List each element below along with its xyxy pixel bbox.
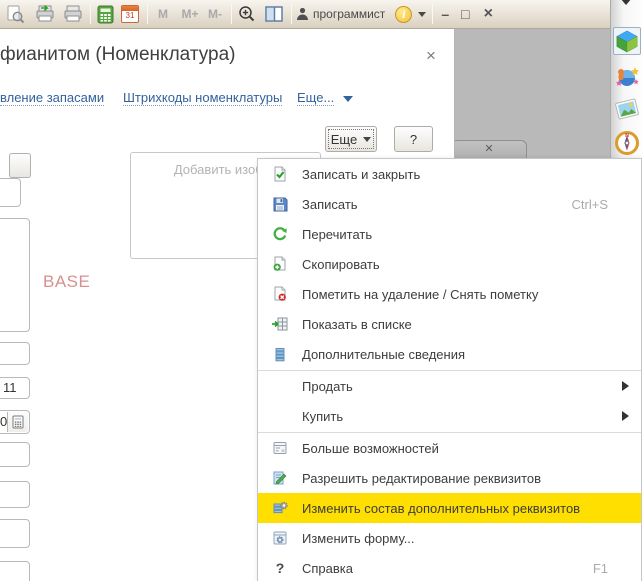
print-preview-icon[interactable] bbox=[3, 2, 27, 26]
form-field[interactable] bbox=[0, 481, 30, 508]
menu-item-reread[interactable]: Перечитать bbox=[258, 219, 641, 249]
main-toolbar: 31 M M+ M- программист i – □ × bbox=[0, 0, 610, 29]
link-barcodes[interactable]: Штрихкоды номенклатуры bbox=[123, 90, 282, 106]
1c-cube-icon[interactable] bbox=[613, 27, 641, 55]
calendar-day-label: 31 bbox=[126, 11, 135, 20]
screen: N ✕ 31 M M+ M- bbox=[0, 0, 642, 581]
collapsed-window-tab[interactable]: ✕ bbox=[451, 140, 527, 158]
show-in-list-icon bbox=[272, 316, 288, 332]
more-menu: Записать и закрыть Записать Ctrl+S Переч… bbox=[257, 158, 642, 581]
menu-item-buy[interactable]: Купить bbox=[258, 401, 641, 431]
menu-item-save-and-close[interactable]: Записать и закрыть bbox=[258, 159, 641, 189]
more-features-icon bbox=[272, 440, 288, 456]
calculator-icon[interactable] bbox=[93, 2, 117, 26]
link-more[interactable]: Еще... bbox=[297, 90, 334, 106]
menu-item-copy[interactable]: Скопировать bbox=[258, 249, 641, 279]
chevron-down-icon[interactable] bbox=[343, 96, 353, 102]
photo-icon[interactable] bbox=[613, 95, 641, 123]
user-icon bbox=[294, 2, 310, 26]
compass-icon[interactable]: N bbox=[613, 128, 641, 156]
change-form-icon bbox=[272, 530, 288, 546]
price-field[interactable]: 0 bbox=[0, 410, 30, 434]
menu-item-save[interactable]: Записать Ctrl+S bbox=[258, 189, 641, 219]
combo-field[interactable] bbox=[0, 178, 21, 207]
split-view-icon[interactable] bbox=[262, 2, 286, 26]
help-icon: ? bbox=[272, 560, 288, 576]
allow-editing-icon bbox=[272, 470, 288, 486]
form-field[interactable] bbox=[0, 561, 30, 581]
toolbar-separator bbox=[231, 4, 232, 24]
calculator-button[interactable] bbox=[7, 412, 28, 432]
menu-item-show-in-list[interactable]: Показать в списке bbox=[258, 309, 641, 339]
menu-item-change-form[interactable]: Изменить форму... bbox=[258, 523, 641, 553]
memory-m-plus-button[interactable]: M+ bbox=[178, 7, 202, 21]
mark-deletion-icon bbox=[272, 286, 288, 302]
copy-icon bbox=[272, 256, 288, 272]
refresh-icon bbox=[272, 226, 288, 242]
close-icon[interactable]: ✕ bbox=[484, 143, 493, 155]
calculator-icon bbox=[12, 415, 24, 429]
code-field[interactable]: 11 bbox=[0, 377, 30, 399]
close-icon[interactable]: × bbox=[426, 47, 436, 64]
toolbar-separator bbox=[147, 4, 148, 24]
menu-item-sell[interactable]: Продать bbox=[258, 371, 641, 401]
menu-item-more-features[interactable]: Больше возможностей bbox=[258, 433, 641, 463]
minimize-button[interactable]: – bbox=[435, 6, 455, 22]
description-field[interactable] bbox=[0, 218, 30, 332]
user-name-label: программист bbox=[313, 7, 385, 21]
chevron-down-icon[interactable] bbox=[418, 12, 426, 17]
link-inventory-management[interactable]: вление запасами bbox=[0, 90, 104, 106]
menu-item-change-attributes[interactable]: Изменить состав дополнительных реквизито… bbox=[258, 493, 641, 523]
close-button[interactable]: × bbox=[478, 5, 498, 23]
menu-item-help[interactable]: ? Справка F1 bbox=[258, 553, 641, 581]
menu-item-mark-deletion[interactable]: Пометить на удаление / Снять пометку bbox=[258, 279, 641, 309]
memory-m-button[interactable]: M bbox=[151, 7, 175, 21]
chevron-down-icon bbox=[363, 137, 371, 142]
zoom-in-icon[interactable] bbox=[235, 2, 259, 26]
toolbar-separator bbox=[291, 4, 292, 24]
toolbar-separator bbox=[90, 4, 91, 24]
more-button[interactable]: Еще bbox=[325, 126, 377, 152]
submenu-arrow-icon bbox=[622, 411, 629, 421]
menu-item-allow-editing[interactable]: Разрешить редактирование реквизитов bbox=[258, 463, 641, 493]
help-button[interactable]: ? bbox=[394, 126, 433, 152]
chevron-down-icon[interactable] bbox=[620, 0, 632, 5]
info-icon[interactable]: i bbox=[395, 6, 412, 23]
combo-dropdown-button[interactable] bbox=[9, 153, 31, 178]
toolbar-separator bbox=[432, 4, 433, 24]
memory-m-minus-button[interactable]: M- bbox=[203, 7, 227, 21]
form-field[interactable] bbox=[0, 519, 30, 548]
print-settings-icon[interactable] bbox=[33, 2, 57, 26]
change-attributes-icon bbox=[272, 500, 288, 516]
shortcut-label: F1 bbox=[593, 561, 608, 576]
save-icon bbox=[272, 196, 288, 212]
maximize-button[interactable]: □ bbox=[455, 6, 475, 22]
menu-item-additional-info[interactable]: Дополнительные сведения bbox=[258, 339, 641, 369]
dialog-title: фианитом (Номенклатура) bbox=[0, 44, 235, 66]
base-watermark-label: BASE bbox=[43, 272, 90, 292]
shortcut-label: Ctrl+S bbox=[572, 197, 608, 212]
people-stars-icon[interactable] bbox=[613, 62, 641, 90]
save-and-close-icon bbox=[272, 166, 288, 182]
additional-info-icon bbox=[272, 346, 288, 362]
form-field[interactable] bbox=[0, 342, 30, 365]
calendar-icon[interactable]: 31 bbox=[118, 2, 142, 26]
form-field[interactable] bbox=[0, 442, 30, 467]
submenu-arrow-icon bbox=[622, 381, 629, 391]
print-icon[interactable] bbox=[61, 2, 85, 26]
